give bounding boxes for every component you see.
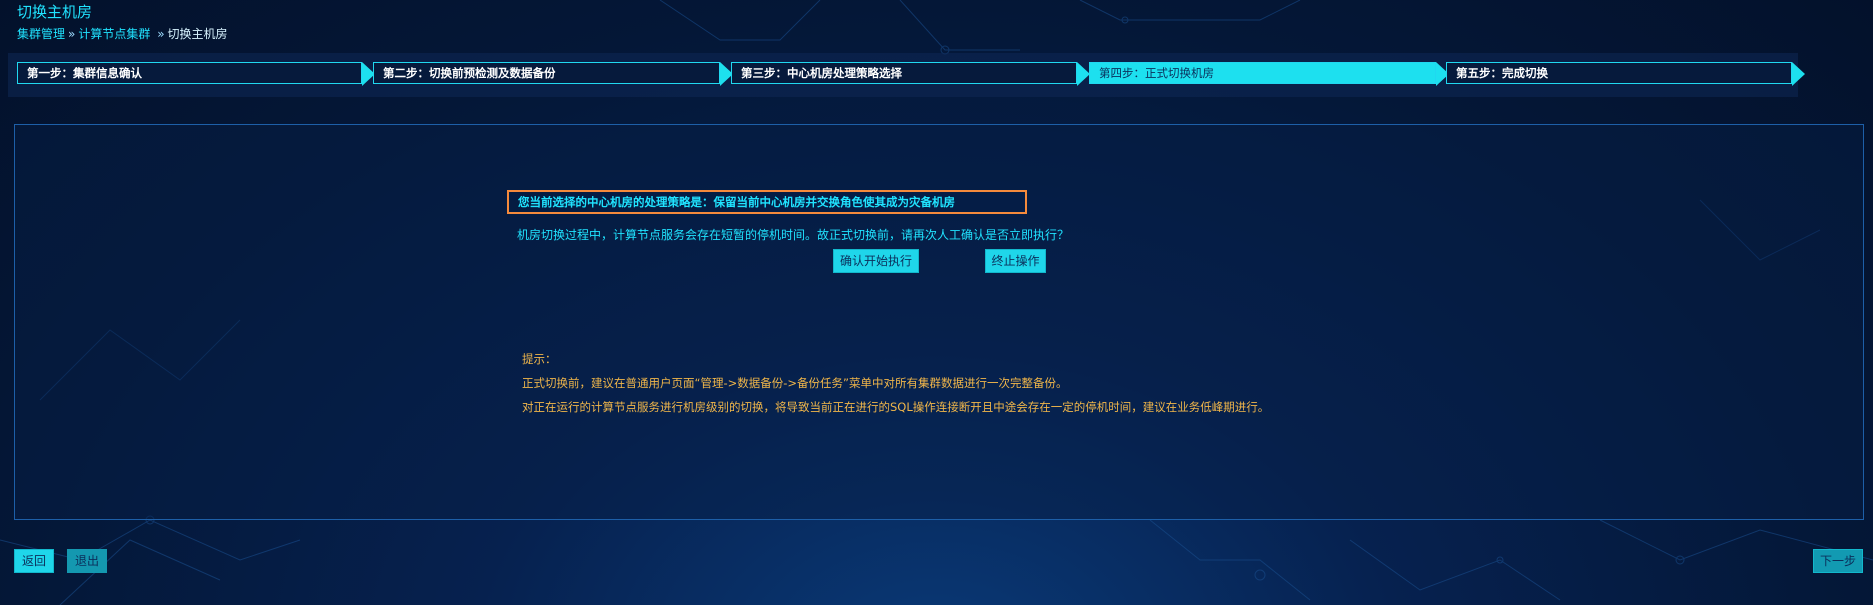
step-1: 第一步：集群信息确认 <box>17 62 362 84</box>
next-step-button[interactable]: 下一步 <box>1813 549 1863 573</box>
page-title: 切换主机房 <box>17 3 93 21</box>
breadcrumb-separator: » <box>157 27 165 41</box>
main-panel <box>14 124 1864 520</box>
abort-button[interactable]: 终止操作 <box>985 249 1046 273</box>
back-button[interactable]: 返回 <box>14 549 54 573</box>
page-header: 切换主机房 集群管理» 计算节点集群 » 切换主机房 <box>17 2 228 43</box>
breadcrumb-compute-node-cluster[interactable]: 计算节点集群 <box>78 27 150 41</box>
tip-backup: 正式切换前，建议在普通用户页面“管理->数据备份->备份任务”菜单中对所有集群数… <box>522 376 1068 390</box>
step-2: 第二步：切换前预检测及数据备份 <box>373 62 720 84</box>
confirm-execute-button[interactable]: 确认开始执行 <box>833 249 919 273</box>
tips-title: 提示： <box>522 352 557 366</box>
breadcrumb: 集群管理» 计算节点集群 » 切换主机房 <box>17 25 228 43</box>
step-5-arrow-icon <box>1792 62 1805 86</box>
breadcrumb-separator: » <box>68 27 76 41</box>
step-progress-bar: 第一步：集群信息确认 第二步：切换前预检测及数据备份 第三步：中心机房处理策略选… <box>8 53 1805 97</box>
breadcrumb-cluster-management[interactable]: 集群管理 <box>17 27 65 41</box>
step-3: 第三步：中心机房处理策略选择 <box>731 62 1077 84</box>
step-5: 第五步：完成切换 <box>1446 62 1792 84</box>
exit-button[interactable]: 退出 <box>67 549 107 573</box>
strategy-notice: 您当前选择的中心机房的处理策略是：保留当前中心机房并交换角色使其成为灾备机房 <box>507 190 1027 214</box>
confirm-question: 机房切换过程中，计算节点服务会存在短暂的停机时间。故正式切换前，请再次人工确认是… <box>517 228 1070 242</box>
tip-downtime: 对正在运行的计算节点服务进行机房级别的切换，将导致当前正在进行的SQL操作连接断… <box>522 400 1270 414</box>
step-4-active: 第四步：正式切换机房 <box>1089 62 1436 84</box>
breadcrumb-current: 切换主机房 <box>167 27 228 41</box>
